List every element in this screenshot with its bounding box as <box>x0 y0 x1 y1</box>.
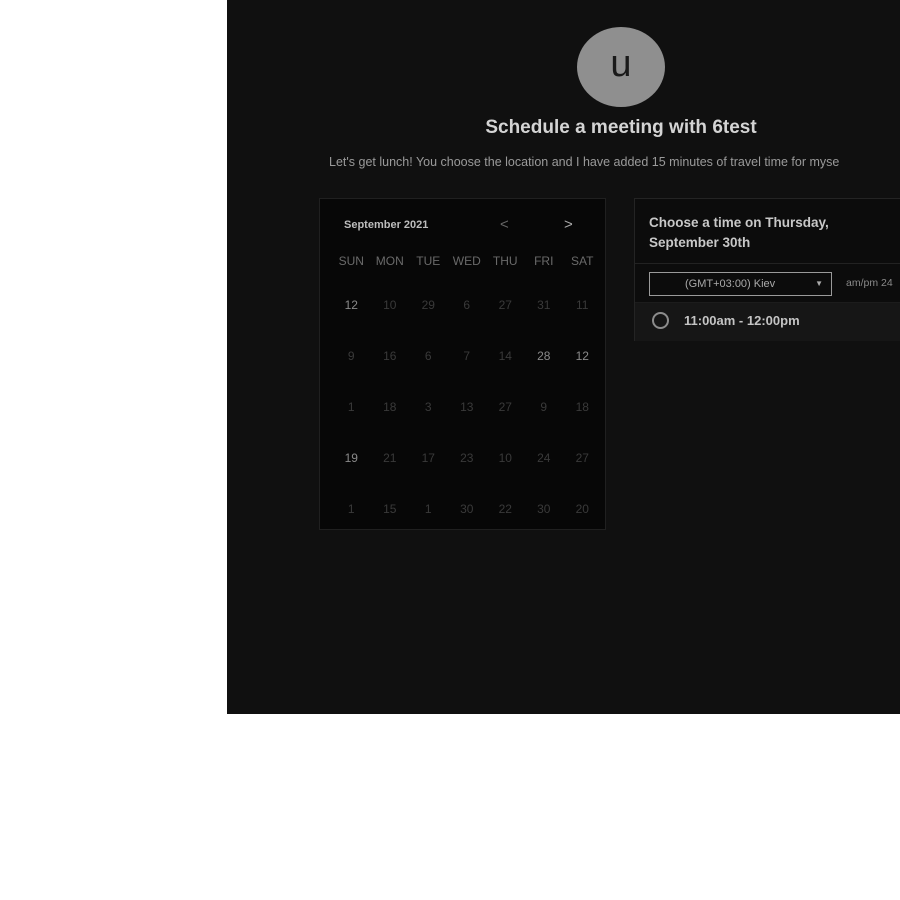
calendar-day: 16 <box>383 348 397 363</box>
weekday-label: MON <box>375 254 404 268</box>
calendar-day: 17 <box>421 450 435 465</box>
calendar-day: 23 <box>460 450 474 465</box>
time-slot-label: 11:00am - 12:00pm <box>684 313 800 328</box>
calendar-day: 24 <box>537 450 551 465</box>
time-slot-option[interactable]: 11:00am - 12:00pm <box>635 303 900 341</box>
calendar-day: 27 <box>498 399 512 414</box>
chevron-right-icon[interactable]: > <box>564 217 573 233</box>
calendar-week: 9 16 6 7 14 28 12 <box>332 330 602 381</box>
time-picker-heading: Choose a time on Thursday, September 30t… <box>649 213 879 253</box>
calendar-day: 18 <box>575 399 589 414</box>
weekday-header: SUN MON TUE WED THU FRI SAT <box>332 254 602 268</box>
calendar-day: 13 <box>460 399 474 414</box>
weekday-label: SAT <box>571 254 594 268</box>
calendar-day: 14 <box>498 348 512 363</box>
calendar-day: 1 <box>424 501 432 516</box>
calendar-day: 7 <box>463 348 471 363</box>
calendar-week: 1 15 1 30 22 30 20 <box>332 483 602 534</box>
calendar-day: 21 <box>383 450 397 465</box>
weekday-label: FRI <box>534 254 554 268</box>
calendar-day: 18 <box>383 399 397 414</box>
calendar-day: 10 <box>383 297 397 312</box>
calendar-day[interactable]: 12 <box>563 349 602 363</box>
calendar-day: 3 <box>424 399 432 414</box>
divider <box>635 263 900 264</box>
calendar-day: 30 <box>460 501 474 516</box>
calendar-day[interactable]: 28 <box>525 349 564 363</box>
page-title: Schedule a meeting with 6test <box>485 117 757 138</box>
calendar-grid: 12 10 29 6 27 31 11 9 16 6 7 14 28 12 1 … <box>332 279 602 534</box>
calendar-day: 9 <box>347 348 355 363</box>
weekday-label: WED <box>452 254 481 268</box>
calendar-day: 9 <box>540 399 548 414</box>
calendar-day: 1 <box>347 399 355 414</box>
calendar-week: 1 18 3 13 27 9 18 <box>332 381 602 432</box>
chevron-left-icon[interactable]: < <box>500 217 509 233</box>
time-picker-heading-line: September 30th <box>649 235 751 250</box>
calendar-day: 27 <box>575 450 589 465</box>
meeting-description: Let's get lunch! You choose the location… <box>329 155 840 169</box>
weekday-label: SUN <box>338 254 364 268</box>
calendar-day: 30 <box>537 501 551 516</box>
avatar: u <box>577 27 665 107</box>
weekday-label: TUE <box>416 254 441 268</box>
weekday-label: THU <box>492 254 518 268</box>
scheduler-panel: u Schedule a meeting with 6test Let's ge… <box>227 0 900 714</box>
timezone-select[interactable]: (GMT+03:00) Kiev ▼ <box>649 272 832 296</box>
timezone-value: (GMT+03:00) Kiev <box>685 278 776 290</box>
radio-button[interactable] <box>652 312 669 329</box>
calendar-month-label: September 2021 <box>344 219 429 231</box>
calendar-day: 11 <box>576 297 589 312</box>
calendar: September 2021 < > SUN MON TUE WED THU F… <box>319 198 606 530</box>
calendar-day: 15 <box>383 501 397 516</box>
calendar-day: 22 <box>498 501 512 516</box>
calendar-day: 1 <box>347 501 355 516</box>
calendar-day: 6 <box>463 297 471 312</box>
calendar-day: 29 <box>421 297 435 312</box>
time-format-toggle[interactable]: am/pm 24 <box>846 277 893 289</box>
calendar-day: 31 <box>537 297 551 312</box>
calendar-day[interactable]: 12 <box>332 298 371 312</box>
calendar-day[interactable]: 19 <box>332 451 371 465</box>
calendar-day: 27 <box>498 297 512 312</box>
calendar-week: 19 21 17 23 10 24 27 <box>332 432 602 483</box>
caret-down-icon: ▼ <box>815 279 823 288</box>
calendar-week: 12 10 29 6 27 31 11 <box>332 279 602 330</box>
time-picker-heading-line: Choose a time on Thursday, <box>649 215 829 230</box>
calendar-day: 10 <box>498 450 512 465</box>
calendar-day: 20 <box>575 501 589 516</box>
calendar-day: 6 <box>424 348 432 363</box>
time-picker: Choose a time on Thursday, September 30t… <box>634 198 900 341</box>
